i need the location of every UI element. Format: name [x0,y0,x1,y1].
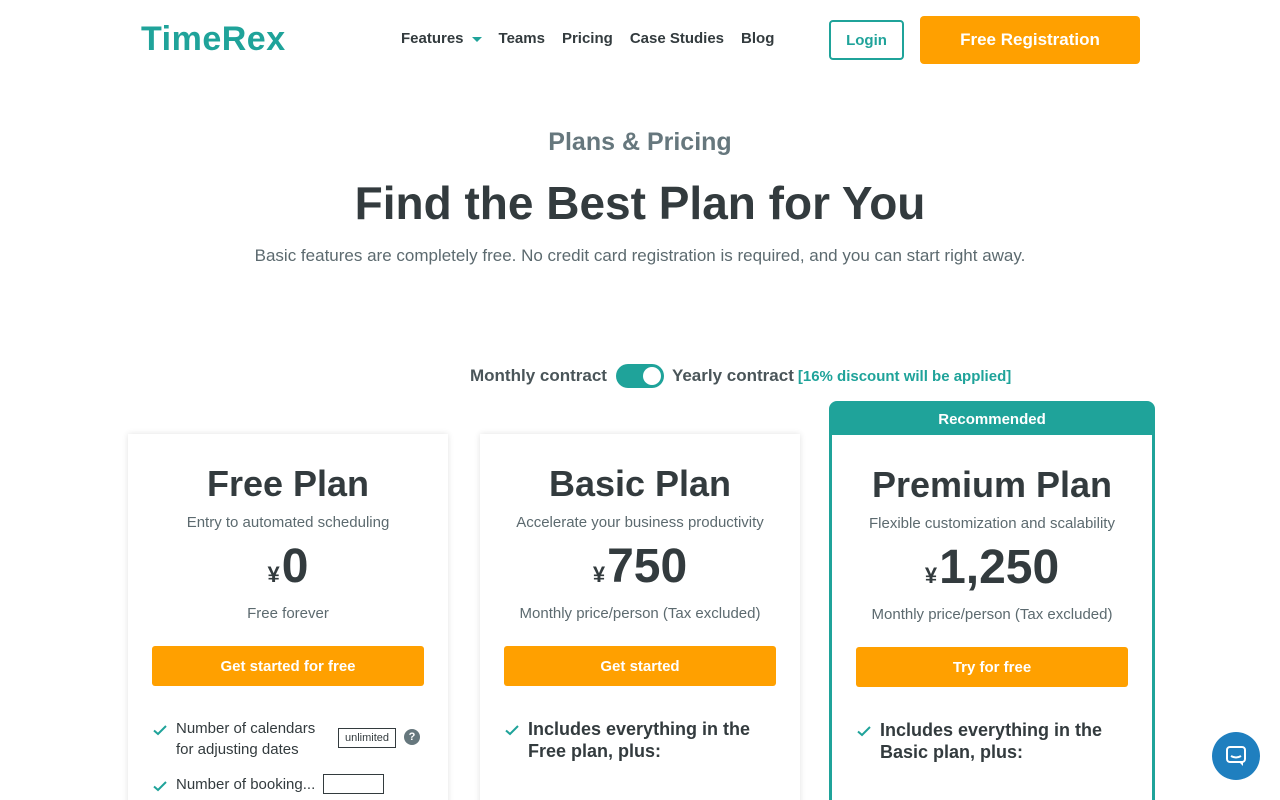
plan-tagline: Entry to automated scheduling [186,514,390,531]
nav-teams[interactable]: Teams [499,30,545,47]
plan-card-premium: Recommended Premium Plan Flexible custom… [829,401,1155,800]
currency-symbol: ¥ [592,562,606,587]
chevron-down-icon [471,37,482,42]
billing-toggle-row: Monthly contract Yearly contract [16% di… [470,363,1011,389]
yearly-contract-label[interactable]: Yearly contract [672,366,794,386]
question-icon[interactable]: ? [404,729,421,745]
monthly-contract-label[interactable]: Monthly contract [470,366,607,386]
feature-badge [323,774,384,794]
currency-symbol: ¥ [924,563,938,588]
feature-label: Includes everything in the Free plan, pl… [528,719,751,761]
main-nav: Features Teams Pricing Case Studies Blog [401,30,791,47]
plan-price: ¥ 0 [152,539,424,595]
login-button[interactable]: Login [829,20,904,60]
timerex-logo[interactable]: TimeRex [141,20,286,59]
feature-item: Includes everything in the Basic plan, p… [856,719,1128,763]
recommended-badge: Recommended [832,404,1152,435]
plan-name: Premium Plan [871,464,1113,505]
nav-features-label: Features [401,30,464,47]
billing-period-switch[interactable] [615,364,664,388]
unlimited-badge: unlimited [338,728,397,748]
nav-case-studies[interactable]: Case Studies [630,30,724,47]
site-header: TimeRex Features Teams Pricing Case Stud… [0,0,1280,80]
feature-label: Number of booking... [176,775,316,793]
page-subtitle: Basic features are completely free. No c… [254,246,1026,265]
plan-name: Basic Plan [548,463,732,504]
try-for-free-button[interactable]: Try for free [856,647,1128,687]
feature-item: Number of booking... [152,774,424,794]
plan-name: Free Plan [206,463,370,504]
feature-item: Number of calendars for adjusting dates … [152,718,424,760]
pricing-page: TimeRex Features Teams Pricing Case Stud… [0,0,1280,800]
plan-card-basic: Basic Plan Accelerate your business prod… [480,434,800,800]
nav-blog[interactable]: Blog [741,30,774,47]
feature-label: Includes everything in the Basic plan, p… [880,720,1103,762]
price-note: Monthly price/person (Tax excluded) [871,606,1113,623]
feature-label: Number of calendars for adjusting dates [176,720,316,758]
plan-price: ¥ 750 [504,539,776,595]
free-registration-button[interactable]: Free Registration [920,16,1140,64]
chat-launcher-button[interactable] [1212,732,1260,780]
page-title: Find the Best Plan for You [354,177,926,229]
plan-price: ¥ 1,250 [856,540,1128,596]
price-amount: 0 [281,540,309,593]
switch-knob [642,367,661,385]
chat-bubble-icon [1226,746,1246,766]
price-amount: 750 [607,540,688,593]
check-icon [857,726,871,737]
plan-card-free: Free Plan Entry to automated scheduling … [128,434,448,800]
price-note: Free forever [247,605,329,622]
get-started-basic-button[interactable]: Get started [504,646,776,686]
nav-features[interactable]: Features [401,30,482,47]
feature-item: Includes everything in the Free plan, pl… [504,718,776,762]
plan-tagline: Accelerate your business productivity [516,514,764,531]
check-icon [153,725,167,736]
check-icon [153,781,167,792]
discount-note: [16% discount will be applied] [797,367,1012,385]
currency-symbol: ¥ [267,562,280,587]
get-started-free-button[interactable]: Get started for free [152,646,424,686]
price-amount: 1,250 [939,541,1060,594]
price-note: Monthly price/person (Tax excluded) [519,605,761,622]
nav-pricing[interactable]: Pricing [562,30,613,47]
check-icon [505,725,519,736]
plan-tagline: Flexible customization and scalability [869,515,1115,532]
section-eyebrow: Plans & Pricing [548,128,732,156]
